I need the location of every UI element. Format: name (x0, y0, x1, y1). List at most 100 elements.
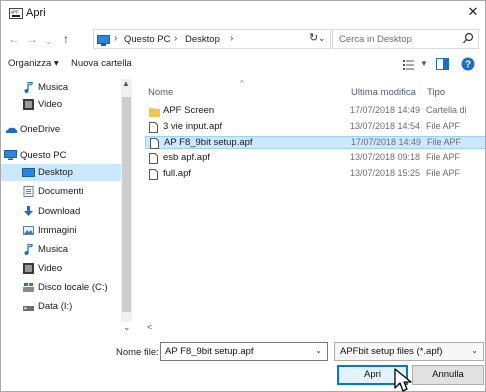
recent-locations-chevron-icon[interactable]: ⌄ (45, 34, 53, 48)
help-icon[interactable]: ? (461, 57, 475, 71)
filename-label: Nome file: (116, 347, 159, 358)
preview-pane-icon[interactable] (436, 58, 449, 70)
file-icon (150, 138, 159, 149)
breadcrumb-chevron-icon[interactable]: › (114, 33, 117, 44)
nav-item-label: Musica (38, 244, 69, 255)
file-row[interactable]: 3 vie input.apf 13/07/2018 14:54 File AP… (145, 121, 485, 133)
computer-icon (97, 35, 110, 46)
address-dropdown-icon[interactable]: ⌄ (318, 33, 326, 44)
nav-item-video-2[interactable]: Video (1, 260, 121, 277)
address-bar[interactable]: › Questo PC › Desktop › ⌄ (93, 29, 331, 49)
nav-item-label: Immagini (38, 225, 77, 236)
file-modified: 13/07/2018 14:54 (350, 121, 421, 131)
column-header-name[interactable]: Nome (148, 87, 173, 98)
scroll-up-icon[interactable]: ▲ (122, 79, 130, 88)
nav-item-disco-locale[interactable]: Disco locale (C:) (1, 279, 121, 296)
view-options-icon[interactable] (403, 59, 415, 70)
column-header-type[interactable]: Tipo (427, 87, 445, 98)
file-icon (149, 169, 158, 180)
file-modified: 13/07/2018 09:18 (350, 152, 421, 162)
file-row-selected[interactable]: AP F8_9bit setup.apf 17/07/2018 14:49 Fi… (145, 136, 485, 149)
filename-value: AP F8_9bit setup.apf (165, 346, 254, 357)
open-button-label: Apri (364, 369, 381, 380)
nav-item-label: Data (I:) (38, 301, 73, 312)
nav-item-label: Disco locale (C:) (38, 282, 108, 293)
file-name: esb apf.apf (163, 152, 211, 163)
title-bar: APF Apri ✕ (1, 1, 485, 27)
scroll-down-icon[interactable]: ⌄ (123, 322, 131, 333)
file-type: File APF (426, 152, 461, 162)
open-file-dialog: APF Apri ✕ ← → ⌄ ↑ › Questo PC › Desktop… (0, 0, 486, 392)
navigation-scrollbar[interactable]: ▲ (121, 79, 132, 322)
drive-icon (23, 301, 34, 312)
svg-text:?: ? (465, 60, 471, 71)
documents-icon (23, 186, 34, 197)
app-icon-text: APF (11, 10, 20, 15)
file-name: 3 vie input.apf (163, 121, 223, 132)
file-modified: 17/07/2018 14:49 (350, 105, 421, 115)
video-icon (23, 263, 34, 274)
cancel-button[interactable]: Annulla (412, 365, 484, 385)
nav-item-questo-pc[interactable]: Questo PC (1, 147, 121, 164)
nav-item-download[interactable]: Download (1, 203, 121, 220)
drive-icon (23, 282, 34, 293)
breadcrumb-chevron-icon[interactable]: › (174, 33, 177, 44)
download-arrow-icon (23, 206, 34, 217)
scrollbar-thumb[interactable] (122, 97, 131, 312)
nav-item-immagini[interactable]: Immagini (1, 222, 121, 239)
nav-item-label: Documenti (38, 186, 84, 197)
new-folder-button[interactable]: Nuova cartella (71, 58, 132, 69)
file-row[interactable]: APF Screen 17/07/2018 14:49 Cartella di (145, 105, 485, 117)
filetype-select[interactable]: APFbit setup files (*.apf) ⌄ (334, 342, 484, 361)
refresh-icon[interactable]: ↻ (309, 31, 318, 44)
file-type: File APF (426, 121, 461, 131)
file-modified: 13/07/2018 15:25 (350, 168, 421, 178)
breadcrumb-questo-pc[interactable]: Questo PC (124, 34, 170, 45)
file-list: ^ Nome Ultima modifica Tipo APF Screen 1… (133, 77, 485, 322)
mouse-pointer-icon (394, 368, 412, 392)
scroll-left-icon[interactable]: < (147, 322, 152, 332)
breadcrumb-desktop[interactable]: Desktop (185, 34, 220, 45)
chevron-down-icon[interactable]: ⌄ (315, 346, 322, 355)
file-row[interactable]: esb apf.apf 13/07/2018 09:18 File APF (145, 152, 485, 164)
breadcrumb-chevron-icon[interactable]: › (230, 33, 233, 44)
organize-button[interactable]: Organizza ▾ (8, 58, 59, 69)
music-note-icon (23, 81, 34, 93)
cancel-button-label: Annulla (432, 369, 464, 380)
nav-item-musica[interactable]: Musica (1, 79, 121, 96)
nav-item-data[interactable]: Data (I:) (1, 298, 121, 315)
nav-item-label: OneDrive (20, 124, 61, 135)
nav-item-label: Questo PC (20, 150, 67, 161)
view-dropdown-icon[interactable]: ▼ (420, 59, 428, 68)
nav-item-documenti[interactable]: Documenti (1, 183, 121, 200)
filetype-value: APFbit setup files (*.apf) (340, 346, 443, 357)
video-icon (23, 99, 34, 110)
column-header-modified[interactable]: Ultima modifica (351, 87, 416, 98)
nav-item-musica-2[interactable]: Musica (1, 241, 121, 258)
navigation-pane: Musica Video OneDrive Questo PC Desktop … (1, 77, 132, 322)
window-title: Apri (26, 7, 46, 19)
forward-arrow-icon[interactable]: → (26, 32, 38, 46)
filename-input[interactable]: AP F8_9bit setup.apf ⌄ (160, 342, 328, 361)
close-button[interactable]: ✕ (463, 1, 483, 23)
desktop-icon (22, 167, 35, 178)
chevron-down-icon[interactable]: ⌄ (471, 346, 478, 355)
nav-item-video[interactable]: Video (1, 96, 121, 113)
search-input[interactable]: Cerca in Desktop (332, 29, 479, 49)
music-note-icon (23, 243, 34, 255)
file-type: Cartella di (426, 105, 467, 115)
nav-item-desktop[interactable]: Desktop (1, 164, 121, 181)
up-arrow-icon[interactable]: ↑ (63, 32, 69, 46)
file-name: AP F8_9bit setup.apf (164, 137, 253, 148)
file-row[interactable]: full.apf 13/07/2018 15:25 File APF (145, 168, 485, 180)
back-arrow-icon[interactable]: ← (8, 32, 20, 46)
nav-item-onedrive[interactable]: OneDrive (1, 121, 121, 138)
nav-item-label: Download (38, 206, 81, 217)
apf-app-icon: APF (9, 8, 23, 19)
horizontal-scrollbar[interactable]: ⌄ < (123, 322, 485, 334)
file-icon (149, 153, 158, 164)
search-icon (463, 32, 474, 44)
nav-item-label: Video (38, 263, 63, 274)
nav-item-label: Musica (38, 82, 69, 93)
nav-item-label: Video (38, 99, 63, 110)
